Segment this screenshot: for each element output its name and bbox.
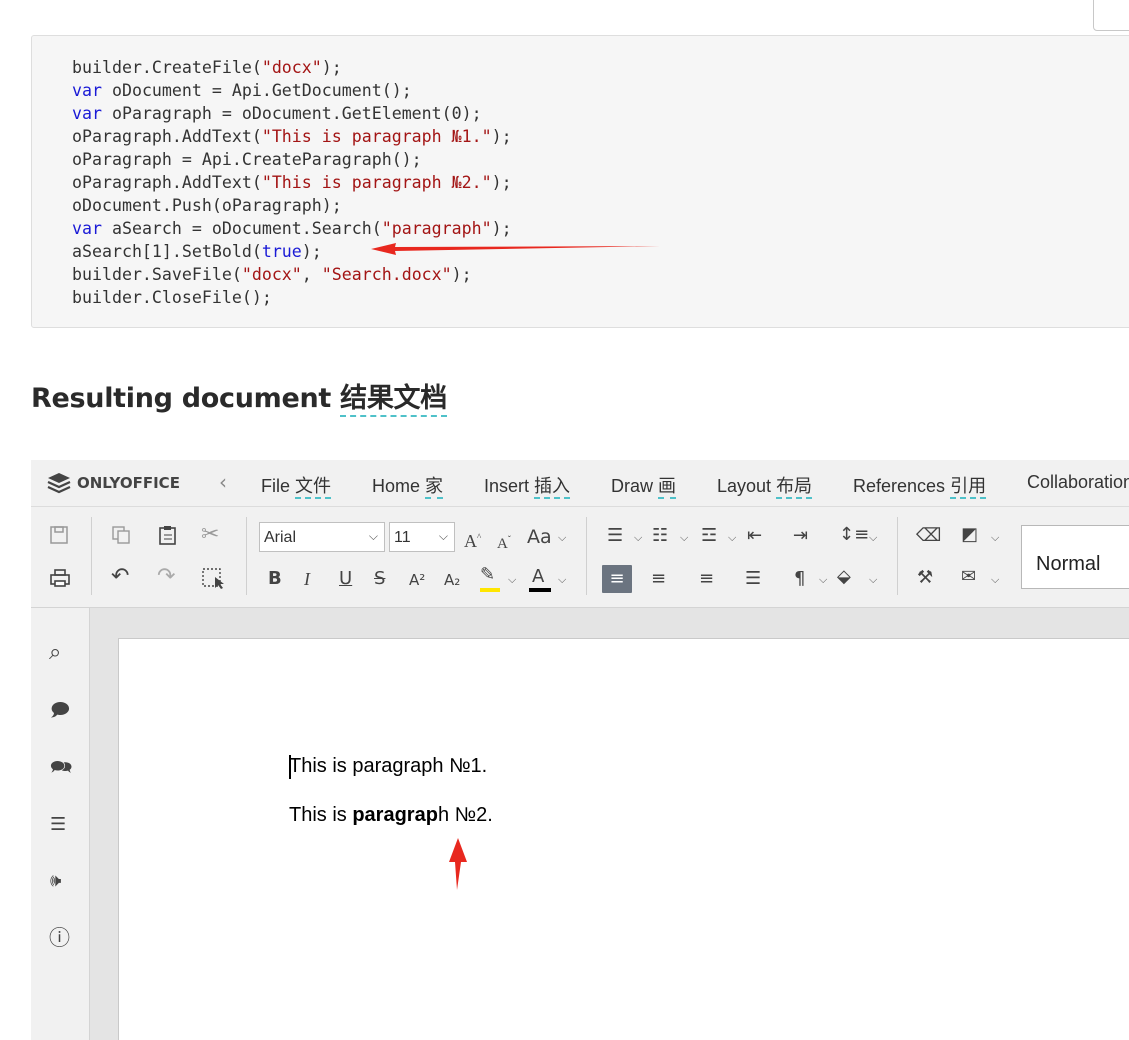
redo-icon[interactable]: ↷ xyxy=(157,566,175,588)
logo-text: ONLYOFFICE xyxy=(77,474,180,492)
decrease-font-icon[interactable]: Aˇ xyxy=(497,529,511,554)
comments-icon[interactable]: 🗩 xyxy=(50,701,70,721)
line-spacing-icon[interactable]: ↕≡ xyxy=(839,525,869,545)
bold-button[interactable]: B xyxy=(268,569,282,589)
highlight-color-swatch xyxy=(480,588,500,592)
left-sidebar: ⌕ 🗩 🗪 ☰ 🕪 ⓘ xyxy=(31,608,90,1040)
feedback-icon[interactable]: 🕪 xyxy=(50,871,61,891)
paragraph-mark-icon[interactable]: ¶ xyxy=(794,569,805,589)
increase-font-icon[interactable]: A^ xyxy=(464,527,481,551)
ribbon-toolbar: ✂ ↶ ↷ Arial ⌵ 11 ⌵ A^ Aˇ Aa ⌵ B I U S A² A… xyxy=(31,507,1129,608)
top-corner-button[interactable] xyxy=(1093,0,1129,31)
numbered-list-icon[interactable]: ☷ xyxy=(652,526,668,546)
highlight-icon[interactable]: ✎ xyxy=(480,565,495,585)
italic-button[interactable]: I xyxy=(304,569,310,589)
justify-icon[interactable]: ☰ xyxy=(745,569,761,589)
tab-layout[interactable]: Layout 布局 xyxy=(717,472,813,499)
increase-indent-icon[interactable]: ⇥ xyxy=(793,526,808,546)
subscript-button[interactable]: A₂ xyxy=(444,570,460,590)
search-icon[interactable]: ⌕ xyxy=(49,642,61,664)
format-painter-icon[interactable]: ⚒ xyxy=(917,568,933,588)
tab-draw[interactable]: Draw 画 xyxy=(611,472,677,499)
chevron-down-icon[interactable]: ⌵ xyxy=(508,573,516,587)
align-center-icon[interactable]: ≡ xyxy=(651,569,666,589)
chevron-down-icon[interactable]: ⌵ xyxy=(680,531,688,545)
font-size-select[interactable]: 11 ⌵ xyxy=(389,522,455,552)
tab-home[interactable]: Home 家 xyxy=(353,472,462,512)
superscript-button[interactable]: A² xyxy=(409,570,425,590)
ribbon-tabbar: ONLYOFFICE ‹ File 文件 Home 家 Insert 插入 Dr… xyxy=(31,460,1129,512)
paragraph-style-normal[interactable]: Normal xyxy=(1021,525,1129,589)
underline-button[interactable]: U xyxy=(339,569,352,589)
chevron-down-icon[interactable]: ⌵ xyxy=(728,531,736,545)
info-icon[interactable]: ⓘ xyxy=(49,928,70,949)
chevron-left-icon[interactable]: ‹ xyxy=(219,470,227,494)
paragraph-1[interactable]: This is paragraph №1. xyxy=(289,755,487,778)
align-right-icon[interactable]: ≡ xyxy=(699,569,714,589)
chevron-down-icon[interactable]: ⌵ xyxy=(991,573,999,587)
section-title-translation: 结果文档 xyxy=(340,383,447,417)
cut-icon[interactable]: ✂ xyxy=(201,524,219,546)
strikethrough-button[interactable]: S xyxy=(374,569,385,589)
font-name-select[interactable]: Arial ⌵ xyxy=(259,522,385,552)
chevron-down-icon[interactable]: ⌵ xyxy=(869,531,877,545)
code-block: builder.CreateFile("docx"); var oDocumen… xyxy=(31,35,1129,328)
color-scheme-icon[interactable]: ◩ xyxy=(961,525,978,545)
eraser-icon[interactable]: ⌫ xyxy=(916,526,941,546)
chevron-down-icon[interactable]: ⌵ xyxy=(819,573,827,587)
layers-icon xyxy=(47,473,71,494)
change-case-icon[interactable]: Aa xyxy=(527,527,552,547)
document-page[interactable]: This is paragraph №1. This is paragraph … xyxy=(118,638,1129,1040)
print-icon[interactable] xyxy=(49,568,71,588)
mail-merge-icon[interactable]: ✉ xyxy=(961,567,976,587)
chevron-down-icon[interactable]: ⌵ xyxy=(869,573,877,587)
chevron-down-icon[interactable]: ⌵ xyxy=(558,573,566,587)
paragraph-2[interactable]: This is paragraph №2. xyxy=(289,804,493,827)
chat-icon[interactable]: 🗪 xyxy=(50,758,72,778)
navigation-icon[interactable]: ☰ xyxy=(50,815,66,835)
multilevel-list-icon[interactable]: ☲ xyxy=(701,526,717,546)
font-color-button[interactable]: A xyxy=(532,567,544,587)
chevron-down-icon[interactable]: ⌵ xyxy=(991,531,999,545)
bullet-list-icon[interactable]: ☰ xyxy=(607,526,623,546)
section-title-text: Resulting document xyxy=(31,383,332,414)
font-color-swatch xyxy=(529,588,551,592)
tab-references[interactable]: References 引用 xyxy=(853,472,987,499)
undo-icon[interactable]: ↶ xyxy=(111,566,129,588)
select-all-icon[interactable] xyxy=(201,567,225,589)
tab-collaboration[interactable]: Collaboration xyxy=(1027,472,1129,493)
tab-file[interactable]: File 文件 xyxy=(261,472,332,499)
onlyoffice-editor: ONLYOFFICE ‹ File 文件 Home 家 Insert 插入 Dr… xyxy=(31,460,1129,1040)
chevron-down-icon[interactable]: ⌵ xyxy=(634,531,642,545)
copy-icon[interactable] xyxy=(111,525,131,545)
tab-insert[interactable]: Insert 插入 xyxy=(484,472,571,499)
shading-icon[interactable]: ⬙ xyxy=(837,567,851,587)
code-text: builder.CreateFile("docx"); var oDocumen… xyxy=(72,58,512,307)
document-canvas: This is paragraph №1. This is paragraph … xyxy=(90,608,1129,1040)
save-icon[interactable] xyxy=(49,525,69,545)
onlyoffice-logo: ONLYOFFICE xyxy=(47,472,180,494)
decrease-indent-icon[interactable]: ⇤ xyxy=(747,526,762,546)
section-title: Resulting document 结果文档 xyxy=(31,376,447,417)
chevron-down-icon[interactable]: ⌵ xyxy=(558,531,566,545)
align-left-button[interactable]: ≡ xyxy=(602,565,632,593)
paste-icon[interactable] xyxy=(157,524,179,546)
